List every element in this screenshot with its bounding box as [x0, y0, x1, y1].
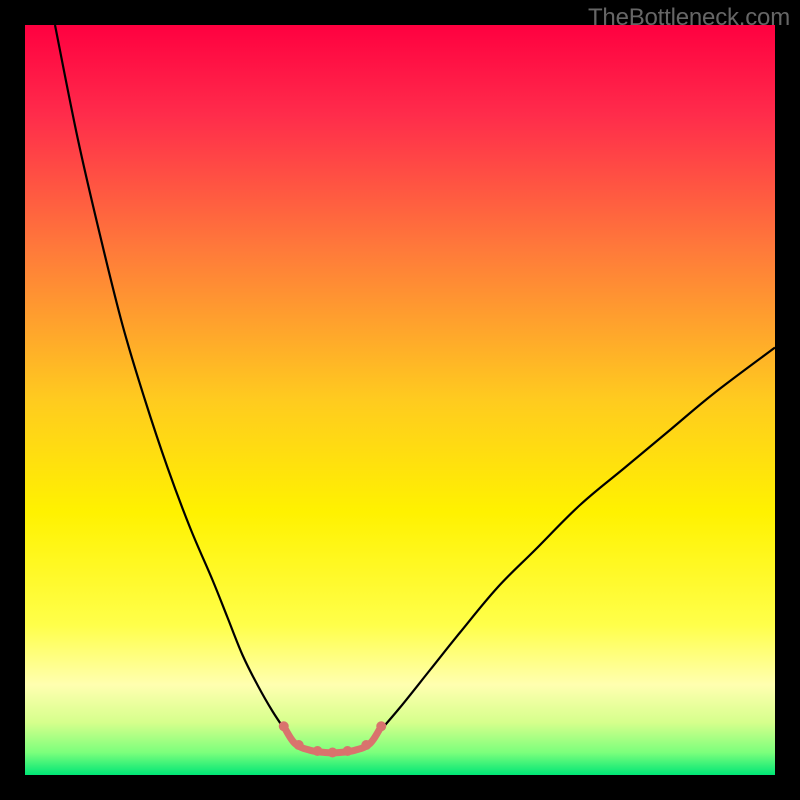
watermark-text: TheBottleneck.com: [588, 4, 790, 32]
series-path-left-branch: [55, 25, 288, 734]
series-dot-highlight-dots: [328, 748, 338, 758]
series-dot-highlight-dots: [279, 721, 289, 731]
series-dot-highlight-dots: [313, 746, 323, 756]
series-path-right-branch: [378, 348, 776, 734]
series-dot-highlight-dots: [343, 746, 353, 756]
curve-layer: [25, 25, 775, 775]
series-dot-highlight-dots: [361, 740, 371, 750]
plot-area: [25, 25, 775, 775]
series-dot-highlight-dots: [376, 721, 386, 731]
chart-frame: TheBottleneck.com: [0, 0, 800, 800]
series-dot-highlight-dots: [294, 740, 304, 750]
